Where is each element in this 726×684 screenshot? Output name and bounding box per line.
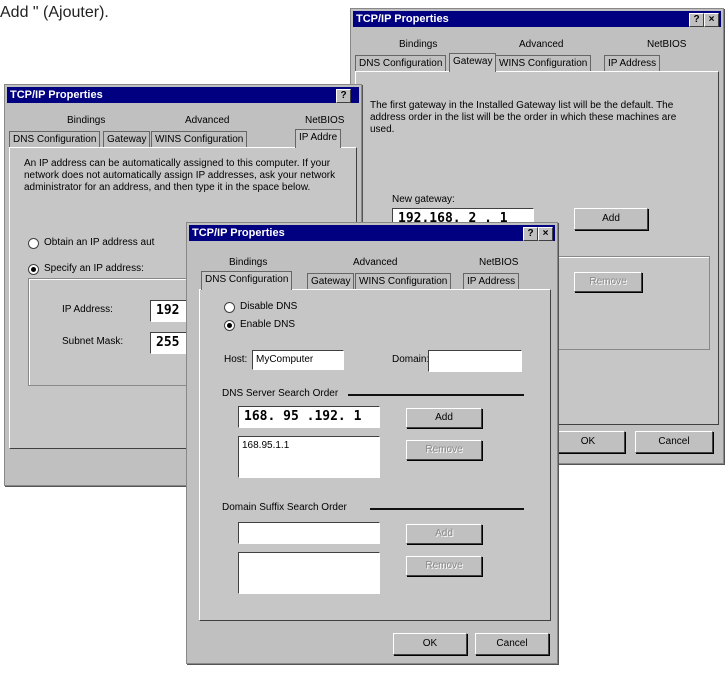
dns-server-list[interactable]: 168.95.1.1 [238, 436, 380, 478]
window-title: TCP/IP Properties [10, 89, 103, 101]
tab-netbios[interactable]: NetBIOS [305, 115, 344, 126]
tab-netbios[interactable]: NetBIOS [479, 257, 518, 268]
window-title: TCP/IP Properties [356, 13, 449, 25]
dns-server-order-label: DNS Server Search Order [222, 388, 339, 399]
obtain-ip-label: Obtain an IP address aut [44, 237, 155, 248]
domain-input[interactable] [428, 350, 522, 372]
tab-wins-configuration[interactable]: WINS Configuration [495, 55, 592, 72]
tab-page: Disable DNS Enable DNS Host: MyComputer … [199, 289, 551, 621]
domain-label: Domain: [392, 354, 430, 365]
tab-dns-configuration[interactable]: DNS Configuration [355, 55, 447, 72]
tab-gateway[interactable]: Gateway [449, 53, 497, 72]
add-gateway-button[interactable]: Add [574, 208, 648, 230]
ok-button[interactable]: OK [551, 431, 625, 453]
tab-dns-configuration[interactable]: DNS Configuration [9, 131, 101, 148]
tab-bindings[interactable]: Bindings [399, 39, 437, 50]
subnet-mask-label: Subnet Mask: [62, 336, 124, 347]
tab-advanced[interactable]: Advanced [353, 257, 397, 268]
title-bar: TCP/IP Properties ? [7, 87, 359, 103]
tab-dns-configuration[interactable]: DNS Configuration [201, 271, 293, 290]
ip-address-label: IP Address: [62, 304, 113, 315]
domain-suffix-input[interactable] [238, 522, 380, 544]
tab-bindings[interactable]: Bindings [67, 115, 105, 126]
ok-button[interactable]: OK [393, 633, 467, 655]
tcpip-window-dns: TCP/IP Properties ? × Bindings Advanced … [186, 222, 558, 664]
cancel-button[interactable]: Cancel [635, 431, 713, 453]
tab-wins-configuration[interactable]: WINS Configuration [151, 131, 248, 148]
domain-suffix-order-label: Domain Suffix Search Order [222, 502, 347, 513]
disable-dns-radio[interactable] [224, 302, 235, 313]
dns-server-input[interactable]: 168. 95 .192. 1 [238, 406, 380, 428]
suffix-remove-button[interactable]: Remove [406, 556, 482, 576]
tab-netbios[interactable]: NetBIOS [647, 39, 686, 50]
disable-dns-label: Disable DNS [240, 301, 298, 312]
host-label: Host: [224, 354, 248, 365]
dns-server-list-item[interactable]: 168.95.1.1 [242, 437, 379, 451]
enable-dns-radio[interactable] [224, 320, 235, 331]
gateway-description: The first gateway in the Installed Gatew… [370, 100, 677, 135]
help-icon[interactable]: ? [336, 89, 351, 103]
dns-order-divider [348, 394, 524, 396]
tab-gateway[interactable]: Gateway [103, 131, 151, 148]
title-bar: TCP/IP Properties ? × [189, 225, 555, 241]
tab-bindings[interactable]: Bindings [229, 257, 267, 268]
dns-add-button[interactable]: Add [406, 408, 482, 428]
close-icon[interactable]: × [538, 227, 553, 241]
host-input[interactable]: MyComputer [252, 350, 344, 370]
title-bar: TCP/IP Properties ? × [353, 11, 721, 27]
new-gateway-label: New gateway: [392, 194, 455, 205]
domain-suffix-list[interactable] [238, 552, 380, 594]
cancel-button[interactable]: Cancel [475, 633, 549, 655]
specify-ip-label: Specify an IP address: [44, 263, 144, 274]
suffix-order-divider [370, 508, 524, 510]
tab-ip-address[interactable]: IP Addre [295, 129, 342, 148]
dns-remove-button[interactable]: Remove [406, 440, 482, 460]
tab-ip-address[interactable]: IP Address [463, 273, 520, 290]
tab-gateway[interactable]: Gateway [307, 273, 355, 290]
help-icon[interactable]: ? [523, 227, 538, 241]
window-title: TCP/IP Properties [192, 227, 285, 239]
ip-description: An IP address can be automatically assig… [24, 158, 336, 193]
close-icon[interactable]: × [704, 13, 719, 27]
tab-wins-configuration[interactable]: WINS Configuration [355, 273, 452, 290]
suffix-add-button[interactable]: Add [406, 524, 482, 544]
remove-gateway-button[interactable]: Remove [574, 272, 642, 292]
tab-advanced[interactable]: Advanced [519, 39, 563, 50]
tab-advanced[interactable]: Advanced [185, 115, 229, 126]
obtain-ip-radio[interactable] [28, 238, 39, 249]
enable-dns-label: Enable DNS [240, 319, 296, 330]
help-icon[interactable]: ? [689, 13, 704, 27]
caption-text: Add " (Ajouter). [0, 4, 109, 21]
tab-ip-address[interactable]: IP Address [604, 55, 661, 72]
specify-ip-radio[interactable] [28, 264, 39, 275]
